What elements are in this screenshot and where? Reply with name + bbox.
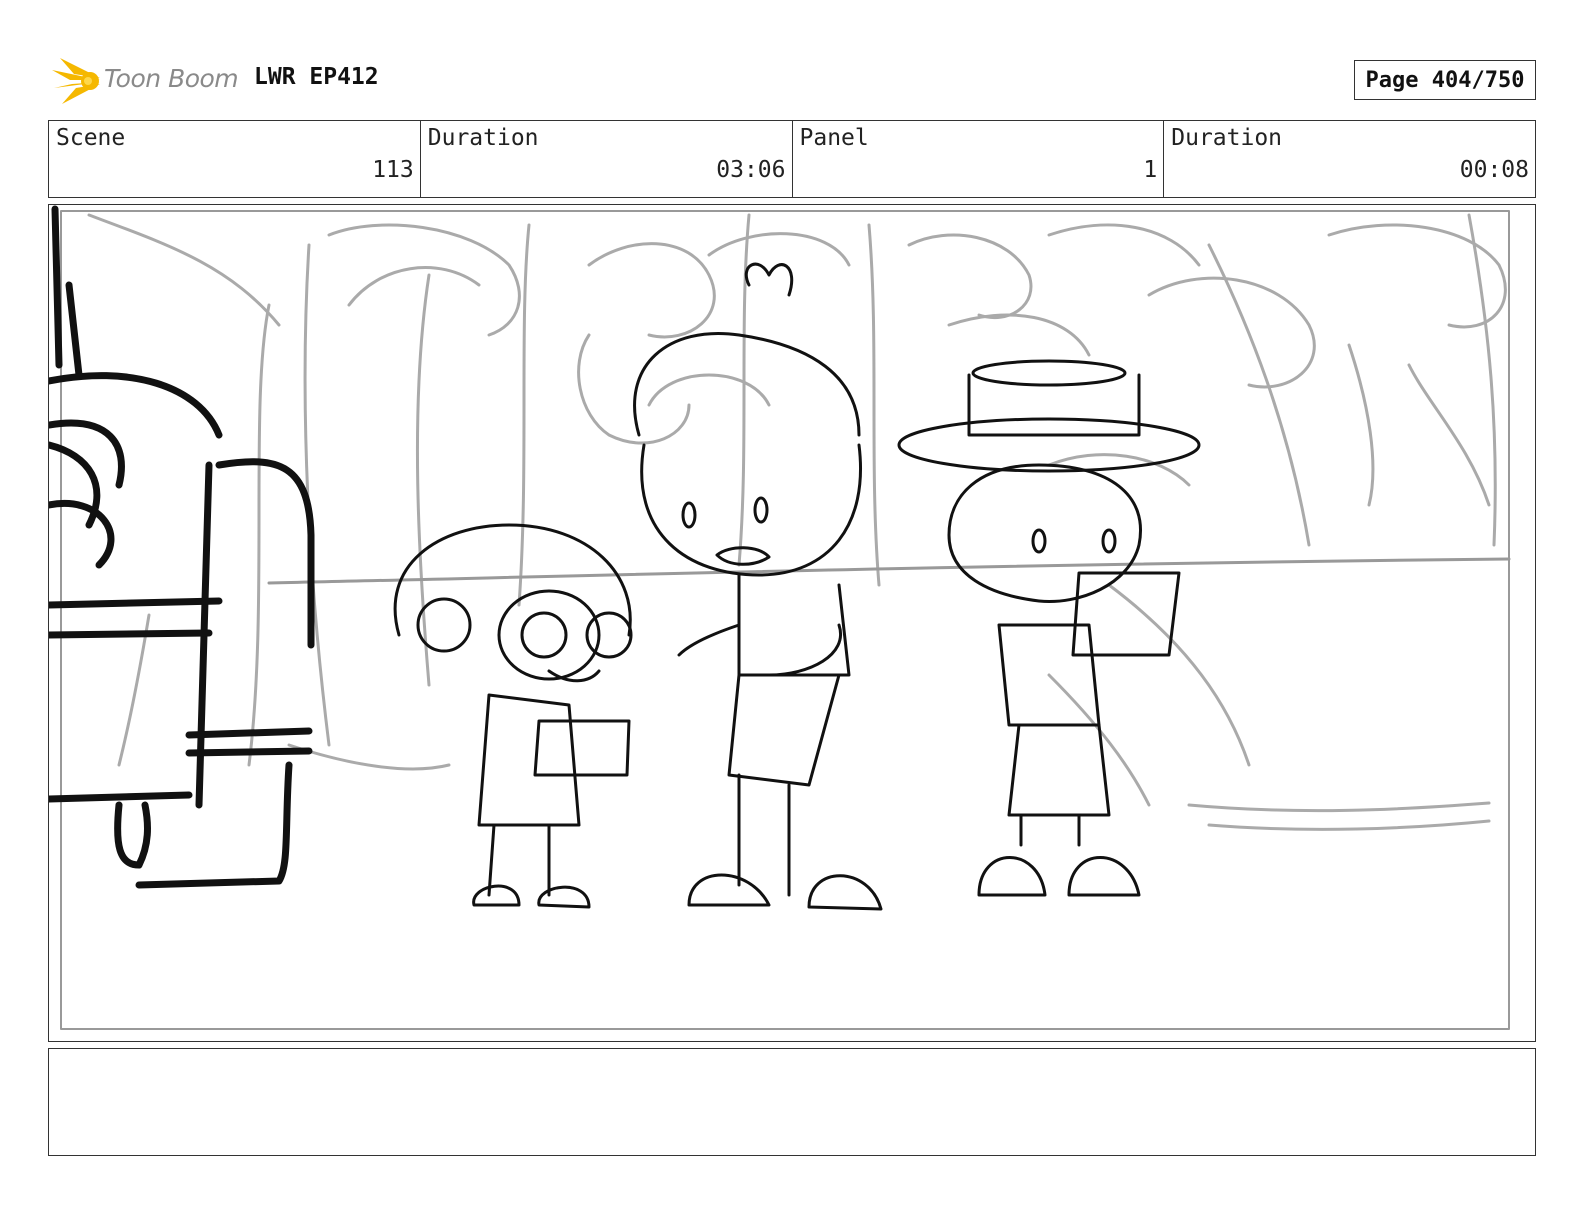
horizon-line	[267, 557, 1511, 585]
panel-duration-value: 00:08	[1459, 157, 1529, 183]
action-notes-box	[48, 1048, 1536, 1156]
scene-label: Scene	[56, 125, 126, 151]
foreground-object-sketch	[49, 205, 315, 889]
scene-duration-value: 03:06	[716, 157, 786, 183]
scene-cell: Scene 113	[49, 121, 421, 197]
panel-sketch	[49, 205, 1511, 1030]
page-indicator: Page 404/750	[1354, 60, 1536, 100]
safe-area-frame	[60, 210, 1510, 1030]
background-forest-sketch	[87, 213, 1507, 831]
character-right-sketch	[897, 359, 1201, 897]
panel-duration-label: Duration	[1171, 125, 1283, 151]
project-title: LWR EP412	[254, 64, 379, 90]
character-left-sketch	[393, 523, 633, 909]
storyboard-panel	[48, 204, 1536, 1042]
scene-value: 113	[372, 157, 414, 183]
toon-boom-logo: Toon Boom	[50, 54, 240, 108]
panel-duration-cell: Duration 00:08	[1164, 121, 1535, 197]
character-center-sketch	[633, 262, 883, 911]
scene-duration-cell: Duration 03:06	[421, 121, 793, 197]
scene-info-strip: Scene 113 Duration 03:06 Panel 1 Duratio…	[48, 120, 1536, 198]
panel-cell: Panel 1	[793, 121, 1165, 197]
toon-boom-burst-icon	[52, 58, 100, 104]
scene-duration-label: Duration	[427, 125, 539, 151]
panel-value: 1	[1143, 157, 1158, 183]
panel-label: Panel	[799, 125, 869, 151]
logo-text: Toon Boom	[104, 64, 239, 93]
